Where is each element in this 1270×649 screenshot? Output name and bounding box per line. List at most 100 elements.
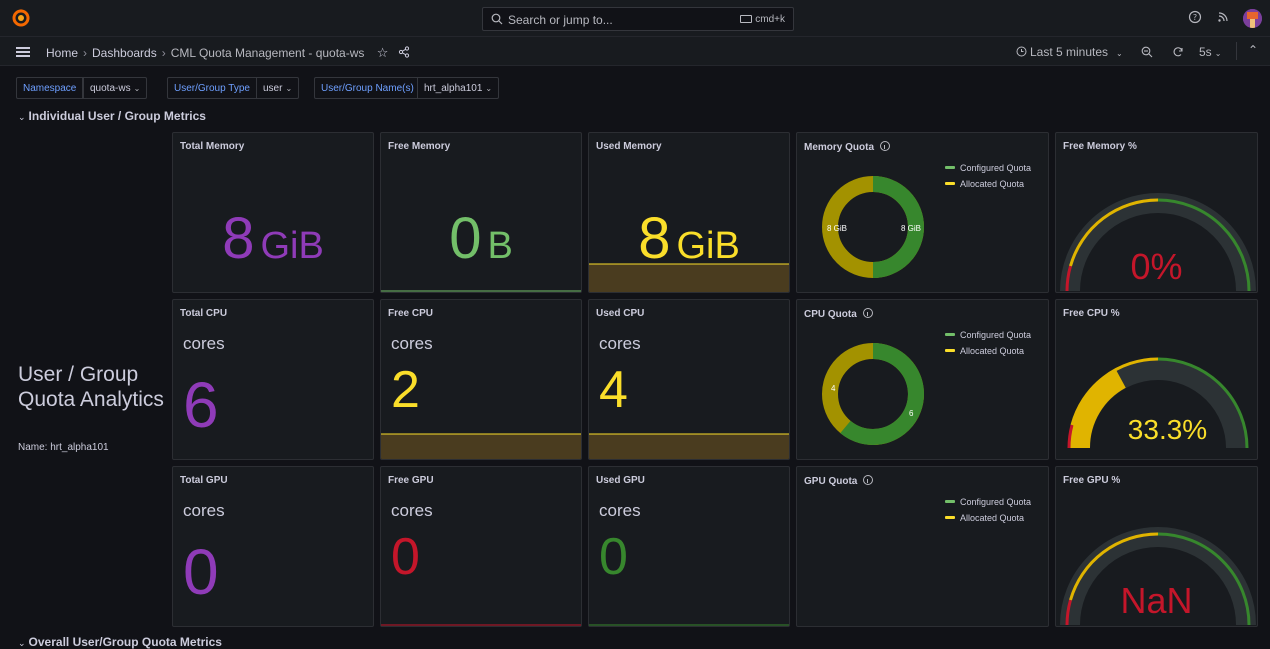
analytics-title: User / Group Quota Analytics [18, 363, 164, 411]
variable-label-namespace: Namespace [16, 77, 84, 99]
grafana-logo-icon[interactable] [11, 8, 31, 28]
row-header-individual[interactable]: ⌄ Individual User / Group Metrics [18, 109, 206, 123]
zoom-out-icon[interactable] [1141, 46, 1153, 58]
chevron-down-icon: ⌄ [485, 84, 493, 93]
legend-item-allocated[interactable]: Allocated Quota [945, 513, 1031, 523]
stat-value: 0B [449, 206, 513, 271]
panel-title: Free GPU [388, 475, 434, 486]
collapse-chevron-up-icon[interactable]: ⌃ [1248, 43, 1258, 57]
legend-item-configured[interactable]: Configured Quota [945, 330, 1031, 340]
search-placeholder: Search or jump to... [508, 13, 613, 27]
panel-title: Used GPU [596, 475, 645, 486]
info-icon[interactable] [880, 141, 891, 151]
analytics-name: Name: hrt_alpha101 [18, 442, 109, 453]
search-icon [491, 13, 503, 25]
donut-chart: 8 GiB 8 GiB [822, 176, 924, 278]
share-icon[interactable] [398, 46, 410, 58]
panel-title: Free CPU [388, 308, 434, 319]
legend-item-allocated[interactable]: Allocated Quota [945, 346, 1031, 356]
refresh-interval-picker[interactable]: 5s ⌄ [1199, 45, 1221, 59]
variable-select-namespace[interactable]: quota-ws ⌄ [83, 77, 148, 99]
stat-unit: cores [183, 501, 225, 520]
sparkline [381, 290, 581, 292]
panel-used-memory[interactable]: Used Memory 8 GiB [588, 132, 790, 293]
panel-title: Total GPU [180, 475, 228, 486]
info-icon[interactable] [863, 475, 874, 485]
star-icon[interactable]: ☆ [377, 45, 389, 60]
sparkline [381, 624, 581, 626]
panel-cpu-quota[interactable]: CPU Quota 4 6 Configured Quota Allocated… [796, 299, 1049, 460]
panel-title: CPU Quota [804, 308, 873, 320]
help-icon[interactable]: ? [1188, 10, 1202, 24]
news-rss-icon[interactable] [1216, 10, 1230, 24]
panel-title: Memory Quota [804, 141, 891, 153]
user-avatar[interactable] [1243, 9, 1262, 28]
chevron-down-icon: ⌄ [285, 84, 293, 93]
panel-free-cpu[interactable]: Free CPU cores 2 [380, 299, 582, 460]
chart-legend: Configured Quota Allocated Quota [945, 497, 1031, 529]
stat-unit: cores [391, 334, 433, 353]
stat-value: 4 [599, 361, 628, 419]
panel-used-gpu[interactable]: Used GPU cores 0 [588, 466, 790, 627]
donut-slice-configured [840, 343, 924, 445]
breadcrumb-dashboard-title: CML Quota Management - quota-ws [170, 46, 365, 60]
legend-item-allocated[interactable]: Allocated Quota [945, 179, 1031, 189]
top-bar: Search or jump to... cmd+k ? [0, 0, 1270, 37]
breadcrumb-dashboards[interactable]: Dashboards [92, 46, 157, 60]
time-range-picker[interactable]: Last 5 minutes ⌄ [1016, 45, 1123, 59]
panel-title: Total Memory [180, 141, 245, 152]
panel-used-cpu[interactable]: Used CPU cores 4 [588, 299, 790, 460]
panel-total-gpu[interactable]: Total GPU cores 0 [172, 466, 374, 627]
chevron-down-icon: ⌄ [133, 84, 141, 93]
panel-free-memory[interactable]: Free Memory 0B [380, 132, 582, 293]
panel-free-memory-percent[interactable]: Free Memory % 0% [1055, 132, 1258, 293]
panel-memory-quota[interactable]: Memory Quota 8 GiB 8 GiB Configured Quot… [796, 132, 1049, 293]
chevron-right-icon: › [83, 46, 88, 60]
chevron-down-icon: ⌄ [1116, 49, 1123, 58]
info-icon[interactable] [862, 308, 873, 318]
panel-total-cpu[interactable]: Total CPU cores 6 [172, 299, 374, 460]
chevron-down-icon: ⌄ [18, 112, 26, 122]
variable-label-user-group-type: User/Group Type [167, 77, 257, 99]
sparkline [381, 433, 581, 459]
clock-icon [1016, 46, 1027, 57]
sparkline [589, 433, 789, 459]
nav-divider [1236, 42, 1237, 60]
refresh-icon[interactable] [1172, 46, 1184, 58]
donut-label-allocated: 4 [831, 384, 836, 393]
stat-unit: cores [599, 501, 641, 520]
variable-select-user-group-names[interactable]: hrt_alpha101 ⌄ [417, 77, 500, 99]
panel-free-gpu[interactable]: Free GPU cores 0 [380, 466, 582, 627]
panel-title: Free Memory [388, 141, 451, 152]
legend-item-configured[interactable]: Configured Quota [945, 163, 1031, 173]
variable-select-user-group-type[interactable]: user ⌄ [256, 77, 300, 99]
chart-legend: Configured Quota Allocated Quota [945, 163, 1031, 195]
panel-title: Used CPU [596, 308, 645, 319]
row-header-overall[interactable]: ⌄ Overall User/Group Quota Metrics [18, 635, 222, 649]
chevron-down-icon: ⌄ [1214, 49, 1222, 58]
stat-value: 6 [183, 369, 219, 441]
panel-gpu-quota[interactable]: GPU Quota Configured Quota Allocated Quo… [796, 466, 1049, 627]
keyboard-icon [740, 15, 753, 23]
menu-icon[interactable] [16, 47, 30, 57]
panel-total-memory[interactable]: Total Memory 8 GiB [172, 132, 374, 293]
time-range-label: Last 5 minutes [1030, 45, 1109, 59]
variable-label-user-group-names: User/Group Name(s) [314, 77, 421, 99]
gauge-value: 33.3% [1127, 414, 1208, 445]
panel-free-gpu-percent[interactable]: Free GPU % NaN [1055, 466, 1258, 627]
sparkline [589, 624, 789, 626]
stat-unit: cores [183, 334, 225, 353]
search-input[interactable]: Search or jump to... cmd+k [482, 7, 794, 31]
breadcrumb-home[interactable]: Home [46, 46, 78, 60]
legend-item-configured[interactable]: Configured Quota [945, 497, 1031, 507]
stat-unit: cores [599, 334, 641, 353]
keyboard-shortcut: cmd+k [740, 14, 785, 25]
panel-free-cpu-percent[interactable]: Free CPU % 33.3% [1055, 299, 1258, 460]
panel-title: GPU Quota [804, 475, 874, 487]
donut-label-configured: 6 [909, 409, 914, 418]
stat-value: 0 [183, 536, 219, 608]
donut-label-configured: 8 GiB [901, 224, 921, 233]
stat-value: 0 [391, 528, 420, 586]
chevron-right-icon: › [161, 46, 166, 60]
dashboard-nav-bar: Home › Dashboards › CML Quota Management - q… [0, 37, 1270, 66]
